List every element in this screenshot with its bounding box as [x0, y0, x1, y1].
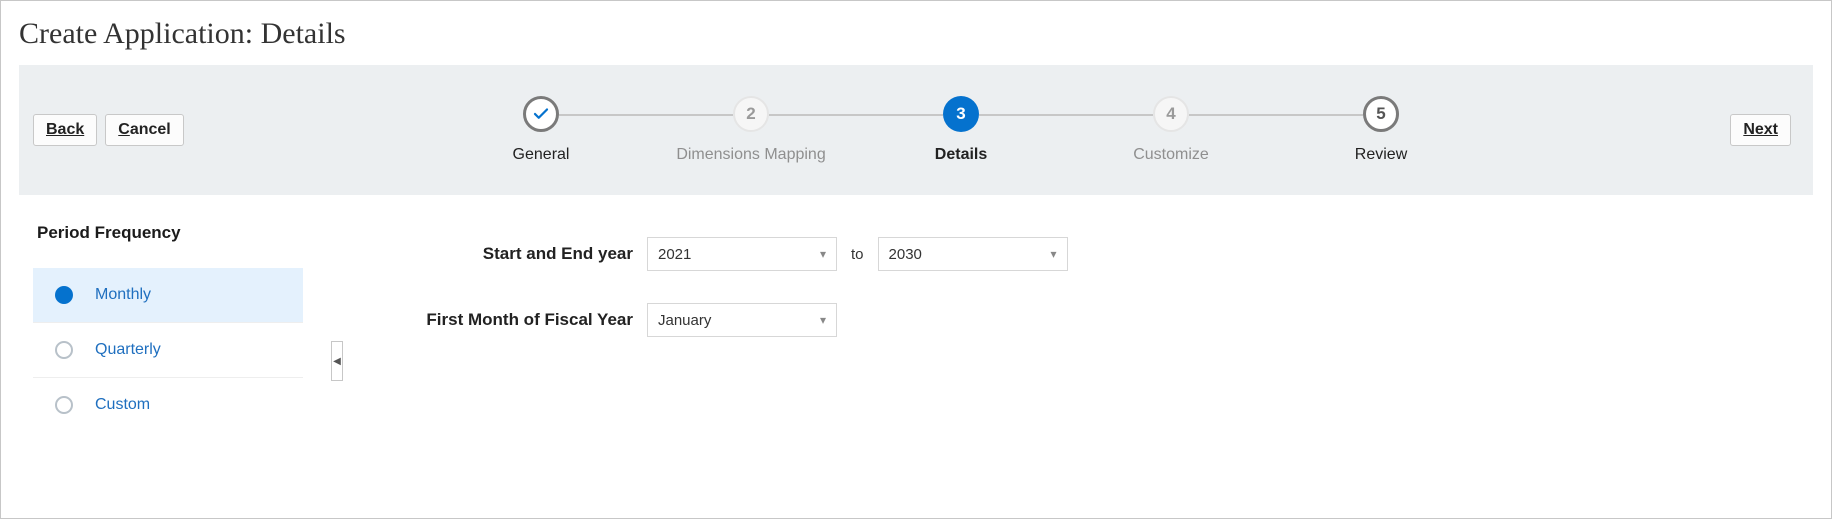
content-area: Period Frequency Monthly Quarterly Custo…	[19, 195, 1813, 432]
collapse-handle[interactable]: ◀	[331, 341, 343, 381]
wizard-steps: General 2 Dimensions Mapping 3 Details 4…	[192, 96, 1731, 164]
create-application-page: Create Application: Details Back Cancel …	[0, 0, 1832, 519]
back-button[interactable]: Back	[33, 114, 97, 146]
step-general[interactable]: General	[436, 96, 646, 164]
chevron-left-icon: ◀	[333, 356, 341, 367]
start-year-select[interactable]: 2021 ▾	[647, 237, 837, 271]
select-value: 2021	[658, 246, 691, 263]
radio-icon	[55, 286, 73, 304]
cancel-button[interactable]: Cancel	[105, 114, 183, 146]
frequency-panel: Period Frequency Monthly Quarterly Custo…	[33, 213, 343, 432]
first-month-select[interactable]: January ▾	[647, 303, 837, 337]
wizard-bar: Back Cancel General 2 Dimensions Mapping…	[19, 65, 1813, 195]
frequency-label: Monthly	[95, 286, 151, 304]
step-dimensions-mapping: 2 Dimensions Mapping	[646, 96, 856, 164]
radio-icon	[55, 396, 73, 414]
step-details[interactable]: 3 Details	[856, 96, 1066, 164]
step-customize: 4 Customize	[1066, 96, 1276, 164]
step-label: General	[513, 146, 570, 164]
chevron-down-icon: ▾	[820, 313, 826, 327]
select-value: January	[658, 312, 711, 329]
frequency-option-monthly[interactable]: Monthly	[33, 268, 303, 323]
details-form: Start and End year 2021 ▾ to 2030 ▾ Firs…	[343, 213, 1068, 432]
frequency-label: Custom	[95, 396, 150, 414]
frequency-list: Monthly Quarterly Custom	[33, 267, 343, 432]
first-month-label: First Month of Fiscal Year	[403, 310, 633, 330]
chevron-down-icon: ▾	[1050, 247, 1056, 261]
step-number-icon: 3	[943, 96, 979, 132]
next-button[interactable]: Next	[1730, 114, 1791, 146]
frequency-option-custom[interactable]: Custom	[33, 378, 303, 432]
first-month-row: First Month of Fiscal Year January ▾	[403, 303, 1068, 337]
start-end-year-row: Start and End year 2021 ▾ to 2030 ▾	[403, 237, 1068, 271]
step-label: Dimensions Mapping	[676, 146, 825, 164]
step-label: Review	[1355, 146, 1407, 164]
step-review[interactable]: 5 Review	[1276, 96, 1486, 164]
to-label: to	[851, 246, 864, 263]
section-title: Period Frequency	[37, 223, 343, 243]
step-number-icon: 5	[1363, 96, 1399, 132]
chevron-down-icon: ▾	[820, 247, 826, 261]
step-label: Details	[935, 146, 987, 164]
end-year-select[interactable]: 2030 ▾	[878, 237, 1068, 271]
radio-icon	[55, 341, 73, 359]
page-title: Create Application: Details	[19, 17, 1813, 51]
step-number-icon: 4	[1153, 96, 1189, 132]
select-value: 2030	[889, 246, 922, 263]
start-end-year-label: Start and End year	[403, 244, 633, 264]
step-label: Customize	[1133, 146, 1209, 164]
checkmark-icon	[523, 96, 559, 132]
step-number-icon: 2	[733, 96, 769, 132]
frequency-label: Quarterly	[95, 341, 161, 359]
frequency-option-quarterly[interactable]: Quarterly	[33, 323, 303, 378]
